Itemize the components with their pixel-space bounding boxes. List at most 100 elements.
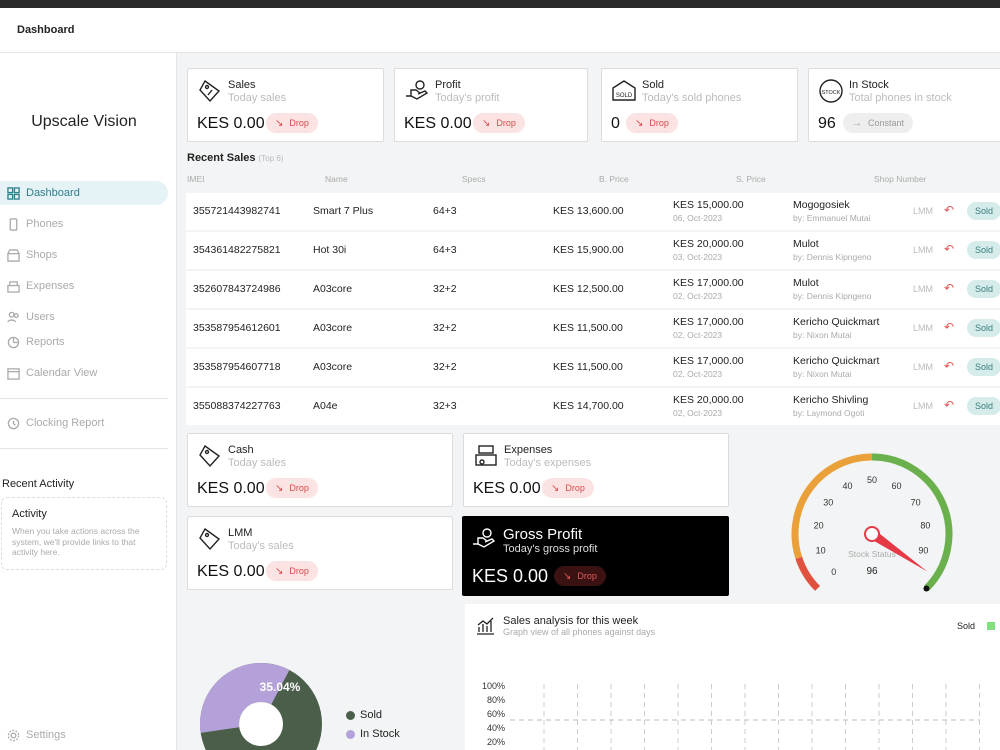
window-top-strip xyxy=(0,0,1000,8)
undo-icon[interactable]: ↶ xyxy=(944,320,954,334)
stat-subtitle: Today's sold phones xyxy=(642,92,742,104)
bprice-cell: KES 14,700.00 xyxy=(553,400,624,412)
y-tick-label: 100% xyxy=(482,681,505,691)
name-cell: A03core xyxy=(313,322,353,334)
status-badge: → Constant xyxy=(843,113,914,133)
analysis-subtitle: Graph view of all phones against days xyxy=(503,627,656,637)
sidebar-item-settings[interactable]: Settings xyxy=(0,723,168,747)
lmm-tag: LMM xyxy=(913,206,933,216)
expenses-icon xyxy=(7,280,20,293)
name-cell: A03core xyxy=(313,361,353,373)
stat-title: Sales xyxy=(228,79,256,91)
recent-activity-title: Recent Activity xyxy=(2,478,75,490)
specs-cell: 32+2 xyxy=(433,361,457,373)
stat-card-in-stock[interactable]: STOCK In Stock Total phones in stock 96 … xyxy=(808,68,1000,142)
stat-value: KES 0.00 xyxy=(404,115,472,132)
gauge-value: 96 xyxy=(866,566,878,577)
table-row[interactable]: 355721443982741 Smart 7 Plus 64+3 KES 13… xyxy=(186,193,1000,230)
stat-card-profit[interactable]: Profit Today's profit KES 0.00 ↘ Drop xyxy=(394,68,588,142)
undo-icon[interactable]: ↶ xyxy=(944,281,954,295)
status-badge: ↘ Drop xyxy=(266,113,318,133)
sidebar-item-calendar[interactable]: Calendar View xyxy=(0,361,168,385)
sale-date: 02, Oct-2023 xyxy=(673,291,723,301)
imei-cell: 353587954607718 xyxy=(193,361,281,373)
trend-down-icon: ↘ xyxy=(275,565,284,577)
sidebar-item-phones[interactable]: Phones xyxy=(0,212,168,236)
table-row[interactable]: 355088374227763 A04e 32+3 KES 14,700.00 … xyxy=(186,388,1000,425)
imei-cell: 354361482275821 xyxy=(193,244,281,256)
sidebar-item-clocking-report[interactable]: Clocking Report xyxy=(0,411,168,435)
shop-cell: Mulot xyxy=(793,277,819,289)
undo-icon[interactable]: ↶ xyxy=(944,242,954,256)
seller-name: by: Dennis Kipngeno xyxy=(793,252,872,262)
seller-name: by: Nixon Mutai xyxy=(793,330,852,340)
sidebar-item-expenses[interactable]: Expenses xyxy=(0,274,168,298)
y-tick-label: 60% xyxy=(487,709,505,719)
gauge-tick-label: 70 xyxy=(911,497,921,507)
gauge-tick-label: 30 xyxy=(823,497,833,507)
stat-value: 96 xyxy=(818,115,836,132)
specs-cell: 32+2 xyxy=(433,322,457,334)
table-row[interactable]: 353587954607718 A03core 32+2 KES 11,500.… xyxy=(186,349,1000,386)
gauge-hub xyxy=(864,526,880,542)
sidebar-item-dashboard[interactable]: Dashboard xyxy=(0,181,168,205)
gauge-band-mid xyxy=(791,453,873,559)
undo-icon[interactable]: ↶ xyxy=(944,359,954,373)
sidebar-item-shops[interactable]: Shops xyxy=(0,243,168,267)
sold-stamp-icon: SOLD xyxy=(611,78,637,104)
recent-sales-title: Recent Sales (Top 6) xyxy=(187,152,284,164)
users-icon xyxy=(7,311,19,322)
sidebar-item-users[interactable]: Users xyxy=(0,305,168,329)
column-header: Name xyxy=(325,174,348,184)
grid-icon xyxy=(7,186,20,200)
sale-date: 02, Oct-2023 xyxy=(673,408,723,418)
divider xyxy=(0,448,168,449)
stat-card-cash[interactable]: Cash Today sales KES 0.00 ↘ Drop xyxy=(187,433,453,507)
stat-card-lmm[interactable]: LMM Today's sales KES 0.00 ↘ Drop xyxy=(187,516,453,590)
sale-date: 03, Oct-2023 xyxy=(673,252,723,262)
y-tick-label: 40% xyxy=(487,723,505,733)
pie-legend-sold: Sold xyxy=(346,709,382,721)
sidebar-item-reports[interactable]: Reports xyxy=(0,330,168,354)
sprice-cell: KES 20,000.00 xyxy=(673,238,744,250)
stat-card-expenses[interactable]: Expenses Today's expenses KES 0.00 ↘ Drop xyxy=(463,433,729,507)
undo-icon[interactable]: ↶ xyxy=(944,203,954,217)
stat-title: Expenses xyxy=(504,444,553,456)
pie-hole xyxy=(239,702,283,746)
stat-card-sold[interactable]: SOLD Sold Today's sold phones 0 ↘ Drop xyxy=(601,68,798,142)
legend-dot xyxy=(346,729,355,739)
bprice-cell: KES 15,900.00 xyxy=(553,244,624,256)
sales-analysis-panel: Sales analysis for this week Graph view … xyxy=(465,604,1000,750)
bprice-cell: KES 12,500.00 xyxy=(553,283,624,295)
gauge-tick-label: 90 xyxy=(918,546,928,556)
table-row[interactable]: 354361482275821 Hot 30i 64+3 KES 15,900.… xyxy=(186,232,1000,269)
status-badge: ↘ Drop xyxy=(542,478,594,498)
sale-date: 02, Oct-2023 xyxy=(673,330,723,340)
trend-down-icon: ↘ xyxy=(275,482,284,494)
stat-subtitle: Total phones in stock xyxy=(849,92,952,104)
sidebar-item-label: Dashboard xyxy=(26,187,80,199)
shop-cell: Kericho Quickmart xyxy=(793,316,880,328)
table-row[interactable]: 353587954612601 A03core 32+2 KES 11,500.… xyxy=(186,310,1000,347)
bprice-cell: KES 13,600.00 xyxy=(553,205,624,217)
undo-icon[interactable]: ↶ xyxy=(944,398,954,412)
stat-card-sales[interactable]: Sales Today sales KES 0.00 ↘ Drop xyxy=(187,68,384,142)
shop-cell: Kericho Quickmart xyxy=(793,355,880,367)
stat-value: 0 xyxy=(611,115,620,132)
y-tick-label: 80% xyxy=(487,695,505,705)
seller-name: by: Emmanuel Mutai xyxy=(793,213,871,223)
arrow-right-icon: → xyxy=(852,117,862,129)
specs-cell: 64+3 xyxy=(433,244,457,256)
clock-icon xyxy=(7,417,20,429)
table-row[interactable]: 352607843724986 A03core 32+2 KES 12,500.… xyxy=(186,271,1000,308)
stat-title: Gross Profit xyxy=(503,526,583,543)
sidebar-item-label: Settings xyxy=(26,729,66,741)
stat-subtitle: Today's profit xyxy=(435,92,500,104)
expenses-register-icon xyxy=(473,443,499,469)
stock-status-gauge: 0 10 20 30 40 50 60 70 80 90 Stock Status 96 xyxy=(791,453,953,592)
status-badge: ↘ Drop xyxy=(266,478,318,498)
stat-card-gross-profit[interactable]: Gross Profit Today's gross profit KES 0.… xyxy=(462,516,729,596)
sidebar-item-label: Phones xyxy=(26,218,64,230)
stat-subtitle: Today's gross profit xyxy=(503,543,598,555)
name-cell: Hot 30i xyxy=(313,244,347,256)
